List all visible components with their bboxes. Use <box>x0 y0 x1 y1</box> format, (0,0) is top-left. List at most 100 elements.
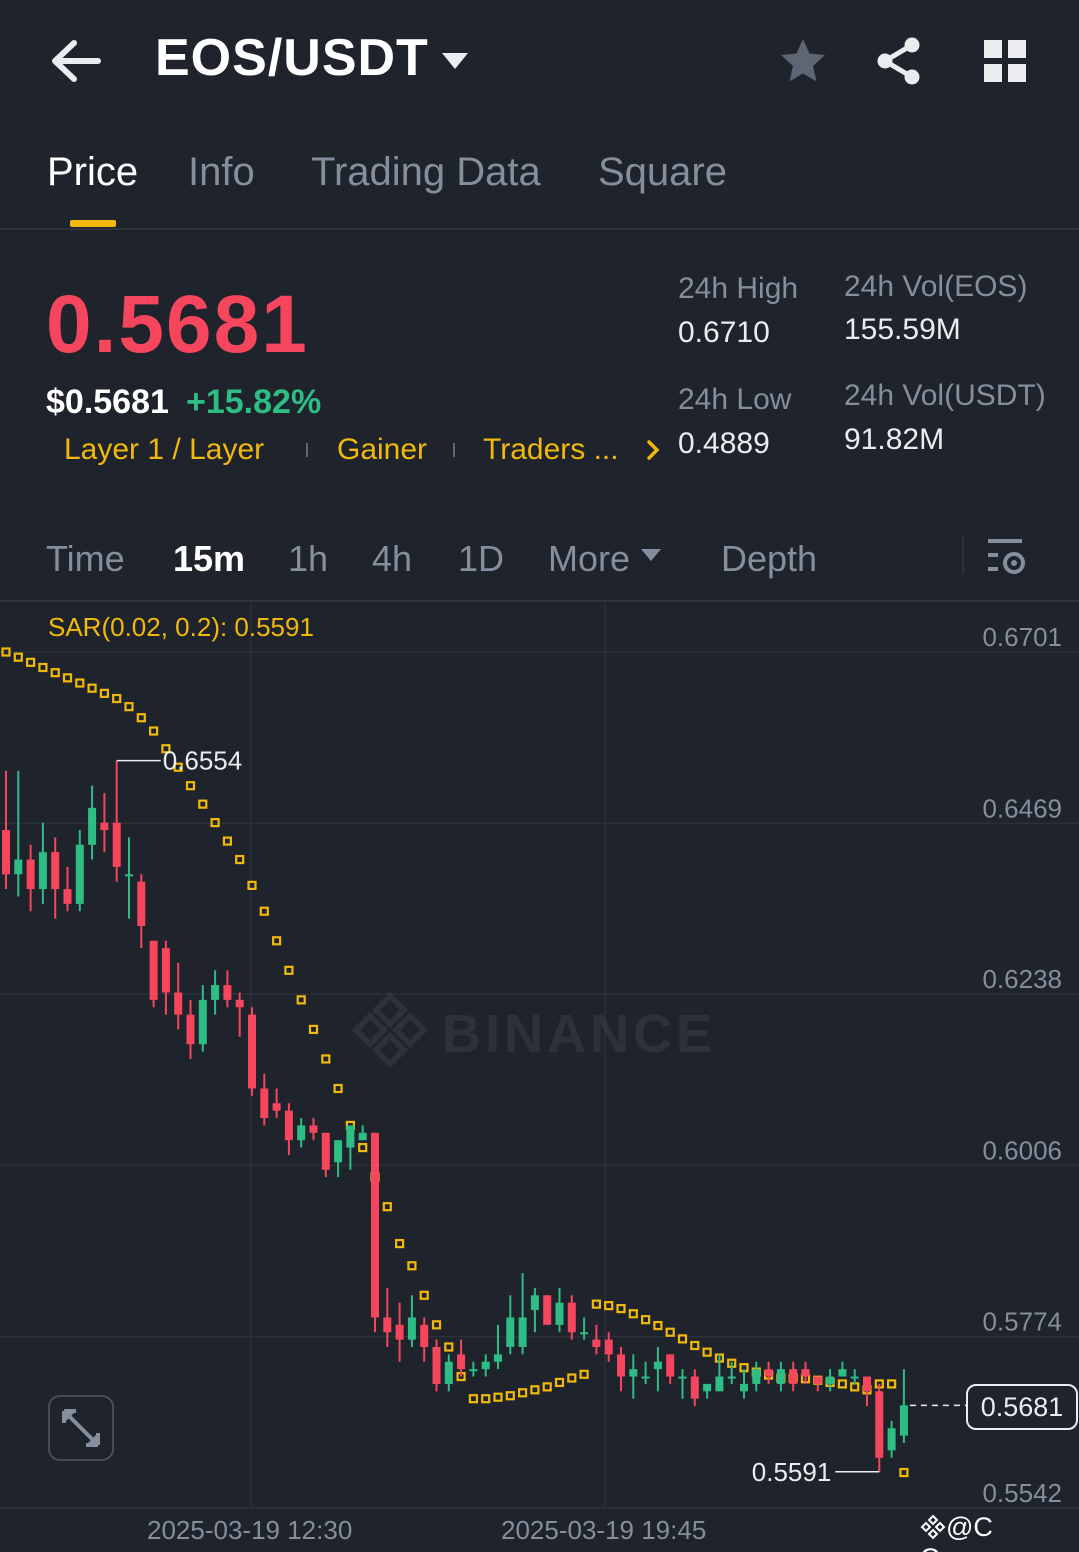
active-tab-indicator <box>70 220 116 227</box>
candle <box>617 1346 625 1392</box>
candle <box>2 770 10 890</box>
sar-dot <box>481 1394 491 1404</box>
x-axis-label: 2025-03-19 19:45 <box>501 1515 707 1545</box>
sar-dot <box>517 1388 528 1398</box>
candle-body <box>407 1317 416 1340</box>
candle-body <box>580 1332 589 1335</box>
candle <box>690 1369 699 1407</box>
sar-dot <box>665 1327 675 1337</box>
sar-dot <box>308 1024 319 1035</box>
pair-dropdown-caret-icon[interactable] <box>440 50 470 72</box>
sar-dot <box>886 1379 897 1389</box>
price-change-percent: +15.82% <box>186 383 322 421</box>
candle-body <box>444 1361 453 1384</box>
top-bar: EOS/USDT <box>0 0 1079 125</box>
candle <box>284 1103 293 1155</box>
tag-layer1[interactable]: Layer 1 / Layer <box>64 433 264 467</box>
tab-info[interactable]: Info <box>188 150 255 195</box>
candle <box>14 770 23 897</box>
candle-body <box>137 881 146 927</box>
candle-body <box>838 1369 847 1377</box>
candle <box>457 1339 466 1377</box>
sar-dot <box>444 1342 454 1352</box>
sar-dot <box>358 1142 368 1153</box>
candle-body <box>826 1376 835 1384</box>
candle <box>334 1140 343 1178</box>
sar-indicator-label[interactable]: SAR(0.02, 0.2): 0.5591 <box>48 612 314 643</box>
candle-body <box>358 1132 367 1141</box>
sar-dot <box>272 936 282 946</box>
sar-dot <box>321 1054 331 1064</box>
candle <box>235 992 244 1037</box>
low-label: 24h Low <box>678 383 792 416</box>
sar-dot <box>468 1394 478 1404</box>
candle-body <box>617 1354 625 1377</box>
sar-dot <box>604 1301 614 1311</box>
candle-body <box>899 1405 908 1436</box>
candlestick-chart[interactable]: BINANCE 0.65540.5591 0.67010.64690.62380… <box>0 604 1079 1552</box>
interval-time[interactable]: Time <box>46 538 125 580</box>
candle-body <box>604 1339 613 1355</box>
interval-depth[interactable]: Depth <box>721 538 817 580</box>
candle-body <box>592 1339 601 1347</box>
candle <box>223 970 232 1008</box>
expand-icon <box>62 1409 100 1447</box>
back-arrow-icon[interactable] <box>48 38 102 84</box>
candle <box>186 999 195 1059</box>
sar-dot <box>50 668 60 678</box>
sar-dot <box>640 1315 651 1325</box>
candle <box>838 1361 847 1377</box>
interval-4h[interactable]: 4h <box>372 538 412 580</box>
grid-menu-icon[interactable] <box>982 38 1028 84</box>
candle-body <box>14 859 23 875</box>
candle <box>149 940 158 1008</box>
binance-watermark: BINANCE <box>351 991 712 1069</box>
tab-price[interactable]: Price <box>47 150 138 195</box>
candle <box>248 1007 256 1096</box>
candle <box>629 1354 638 1399</box>
sar-dot <box>149 726 159 736</box>
interval-more[interactable]: More <box>548 538 630 580</box>
fullscreen-button[interactable] <box>48 1395 114 1461</box>
candle-body <box>543 1295 552 1325</box>
candle-body <box>284 1110 293 1141</box>
chart-settings-icon[interactable] <box>986 536 1030 576</box>
candles <box>2 760 908 1472</box>
high-marker-label: 0.6554 <box>163 746 243 776</box>
sar-dot <box>554 1377 565 1388</box>
candle-body <box>629 1369 638 1377</box>
sar-dot <box>222 836 232 846</box>
candle-body <box>703 1383 712 1392</box>
candle-body <box>309 1125 318 1133</box>
candle-body <box>371 1132 379 1318</box>
tag-traders[interactable]: Traders ... <box>483 433 619 467</box>
share-icon[interactable] <box>874 36 924 86</box>
favorite-star-icon[interactable] <box>778 36 828 86</box>
candle <box>309 1118 318 1141</box>
more-dropdown-caret-icon[interactable] <box>640 548 662 562</box>
tab-square[interactable]: Square <box>598 150 727 195</box>
candle <box>899 1369 908 1444</box>
sar-dot <box>382 1202 392 1212</box>
tab-trading-data[interactable]: Trading Data <box>311 150 541 195</box>
candle-body <box>801 1369 810 1377</box>
sar-dot <box>198 799 208 809</box>
tag-gainer[interactable]: Gainer <box>337 433 427 467</box>
interval-15m[interactable]: 15m <box>173 538 245 580</box>
candle <box>567 1295 576 1340</box>
candle-body <box>2 829 10 875</box>
interval-1d[interactable]: 1D <box>458 538 504 580</box>
candle-body <box>248 1014 256 1089</box>
chevron-right-icon[interactable] <box>645 438 661 462</box>
x-axis-label: 2025-03-19 12:30 <box>147 1515 353 1545</box>
candle-body <box>125 874 133 877</box>
candle <box>666 1354 675 1384</box>
candle-body <box>297 1125 306 1141</box>
candle-body <box>850 1376 859 1379</box>
pair-title[interactable]: EOS/USDT <box>155 28 429 88</box>
candle-body <box>149 940 158 1000</box>
interval-1h[interactable]: 1h <box>288 538 328 580</box>
sar-dot <box>567 1373 577 1383</box>
candle <box>494 1324 502 1370</box>
candle-body <box>383 1317 392 1333</box>
